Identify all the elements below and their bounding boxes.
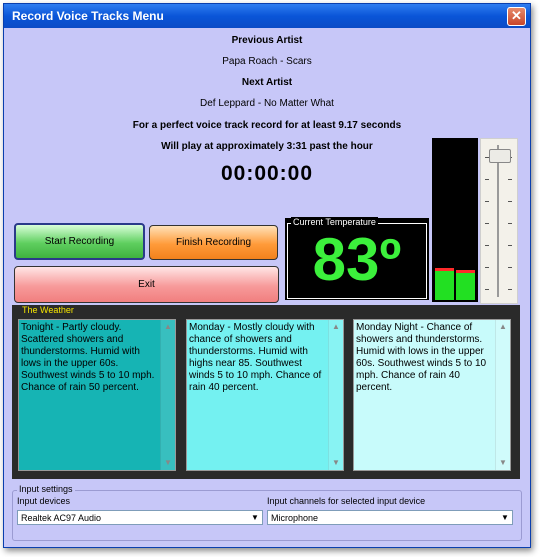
weather-text-tonight: Tonight - Partly cloudy. Scattered showe… [21,322,155,393]
input-devices-label: Input devices [17,496,71,506]
next-artist-label: Next Artist [241,77,293,88]
scroll-up-icon[interactable]: ▲ [162,321,174,333]
weather-scrollbar[interactable]: ▲ ▼ [160,320,175,470]
scroll-down-icon[interactable]: ▼ [497,457,509,469]
input-settings-group: Input settings Input devices Realtek AC9… [12,484,522,541]
weather-legend: The Weather [20,305,76,315]
weather-box-monday-night[interactable]: Monday Night - Chance of showers and thu… [353,319,511,471]
chevron-down-icon[interactable]: ▼ [248,511,262,524]
slider-tick [508,289,512,290]
slider-tick [485,245,489,246]
vu-right-bar [456,273,475,300]
weather-scrollbar[interactable]: ▲ ▼ [495,320,510,470]
input-devices-select[interactable]: Realtek AC97 Audio ▼ [17,510,263,525]
slider-track [497,145,499,297]
slider-tick [508,245,512,246]
weather-scrollbar[interactable]: ▲ ▼ [328,320,343,470]
vu-meter [432,138,478,302]
scroll-up-icon[interactable]: ▲ [330,321,342,333]
finish-recording-button[interactable]: Finish Recording [149,225,278,260]
weather-box-tonight[interactable]: Tonight - Partly cloudy. Scattered showe… [18,319,176,471]
slider-tick [485,179,489,180]
weather-box-monday[interactable]: Monday - Mostly cloudy with chance of sh… [186,319,344,471]
title-bar[interactable]: Record Voice Tracks Menu ✕ [4,4,530,28]
volume-slider[interactable] [480,138,518,304]
window-title: Record Voice Tracks Menu [12,9,164,23]
slider-thumb[interactable] [489,149,511,163]
previous-artist-value: Papa Roach - Scars [222,56,312,67]
start-recording-button[interactable]: Start Recording [14,223,145,260]
slider-tick [485,223,489,224]
temperature-value: 83º [312,226,402,293]
input-devices-value: Realtek AC97 Audio [21,513,102,523]
exit-button[interactable]: Exit [14,266,279,303]
slider-tick [485,267,489,268]
weather-panel: The Weather Tonight - Partly cloudy. Sca… [12,305,520,479]
chevron-down-icon[interactable]: ▼ [498,511,512,524]
input-channels-select[interactable]: Microphone ▼ [267,510,513,525]
slider-tick [508,223,512,224]
slider-tick [508,179,512,180]
input-channels-value: Microphone [271,513,319,523]
slider-tick [508,201,512,202]
input-channels-label: Input channels for selected input device [267,496,426,506]
next-artist-value: Def Leppard - No Matter What [200,98,334,109]
vu-left-peak [435,268,454,271]
scroll-up-icon[interactable]: ▲ [497,321,509,333]
record-hint: For a perfect voice track record for at … [132,120,402,131]
slider-tick [508,267,512,268]
weather-text-monday: Monday - Mostly cloudy with chance of sh… [189,322,322,393]
slider-tick [485,289,489,290]
close-button[interactable]: ✕ [507,7,526,26]
record-voice-tracks-window: Record Voice Tracks Menu ✕ Previous Arti… [3,3,531,548]
vu-left-bar [435,271,454,300]
previous-artist-label: Previous Artist [231,35,303,46]
slider-tick [485,201,489,202]
input-settings-legend: Input settings [17,484,75,494]
current-temperature-panel: Current Temperature 83º [285,217,429,300]
scroll-down-icon[interactable]: ▼ [330,457,342,469]
close-icon: ✕ [511,8,522,23]
vu-right-peak [456,270,475,273]
scroll-down-icon[interactable]: ▼ [162,457,174,469]
weather-text-monday-night: Monday Night - Chance of showers and thu… [356,322,487,393]
